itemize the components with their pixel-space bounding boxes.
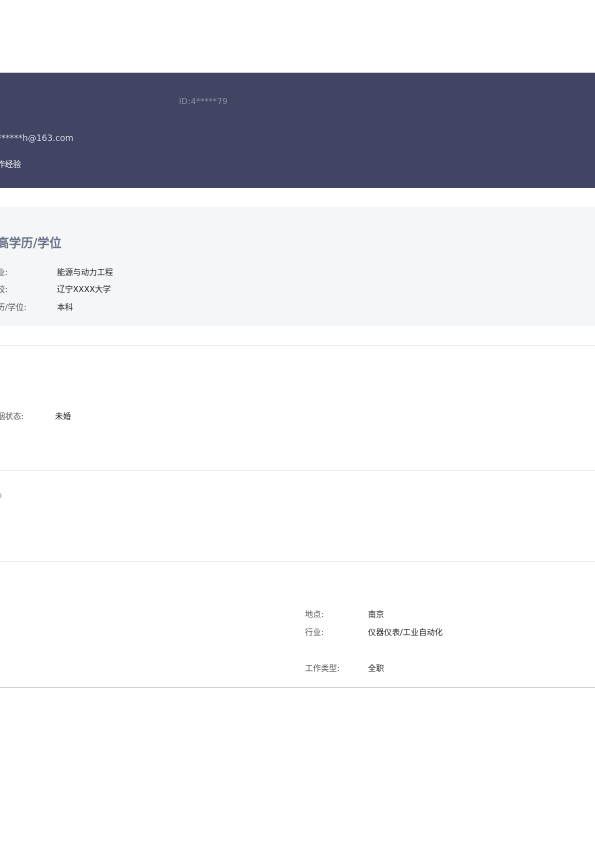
profile-header: ID:4*****79 ******h@163.com 作经验 — [0, 73, 595, 188]
row-label: 姻状态: — [0, 412, 24, 421]
education-title: 高学历/学位 — [0, 236, 62, 250]
chevron-right-icon[interactable]: 〉 — [0, 489, 7, 502]
row-value: 全职 — [368, 664, 384, 673]
education-section: 高学历/学位 业: 能源与动力工程 校: 辽宁XXXX大学 历/学位: 本科 — [0, 207, 595, 326]
row-value: 本科 — [57, 303, 73, 312]
row-value: 辽宁XXXX大学 — [57, 285, 111, 294]
row-value: 仪器仪表/工业自动化 — [368, 628, 443, 637]
row-label: 行业: — [305, 628, 324, 637]
section-divider — [0, 561, 595, 562]
row-label: 校: — [0, 285, 8, 294]
row-label: 业: — [0, 268, 8, 277]
email-text: ******h@163.com — [0, 134, 74, 144]
bottom-divider — [0, 687, 595, 688]
row-label: 工作类型: — [305, 664, 340, 673]
resume-page: ID:4*****79 ******h@163.com 作经验 高学历/学位 业… — [0, 0, 595, 842]
row-value: 南京 — [368, 610, 384, 619]
row-value: 未婚 — [55, 412, 71, 421]
row-label: 历/学位: — [0, 303, 27, 312]
row-value: 能源与动力工程 — [57, 268, 113, 277]
section-divider — [0, 470, 595, 471]
experience-text: 作经验 — [0, 160, 21, 169]
user-id: ID:4*****79 — [179, 97, 228, 106]
section-divider — [0, 345, 595, 346]
row-label: 地点: — [305, 610, 324, 619]
